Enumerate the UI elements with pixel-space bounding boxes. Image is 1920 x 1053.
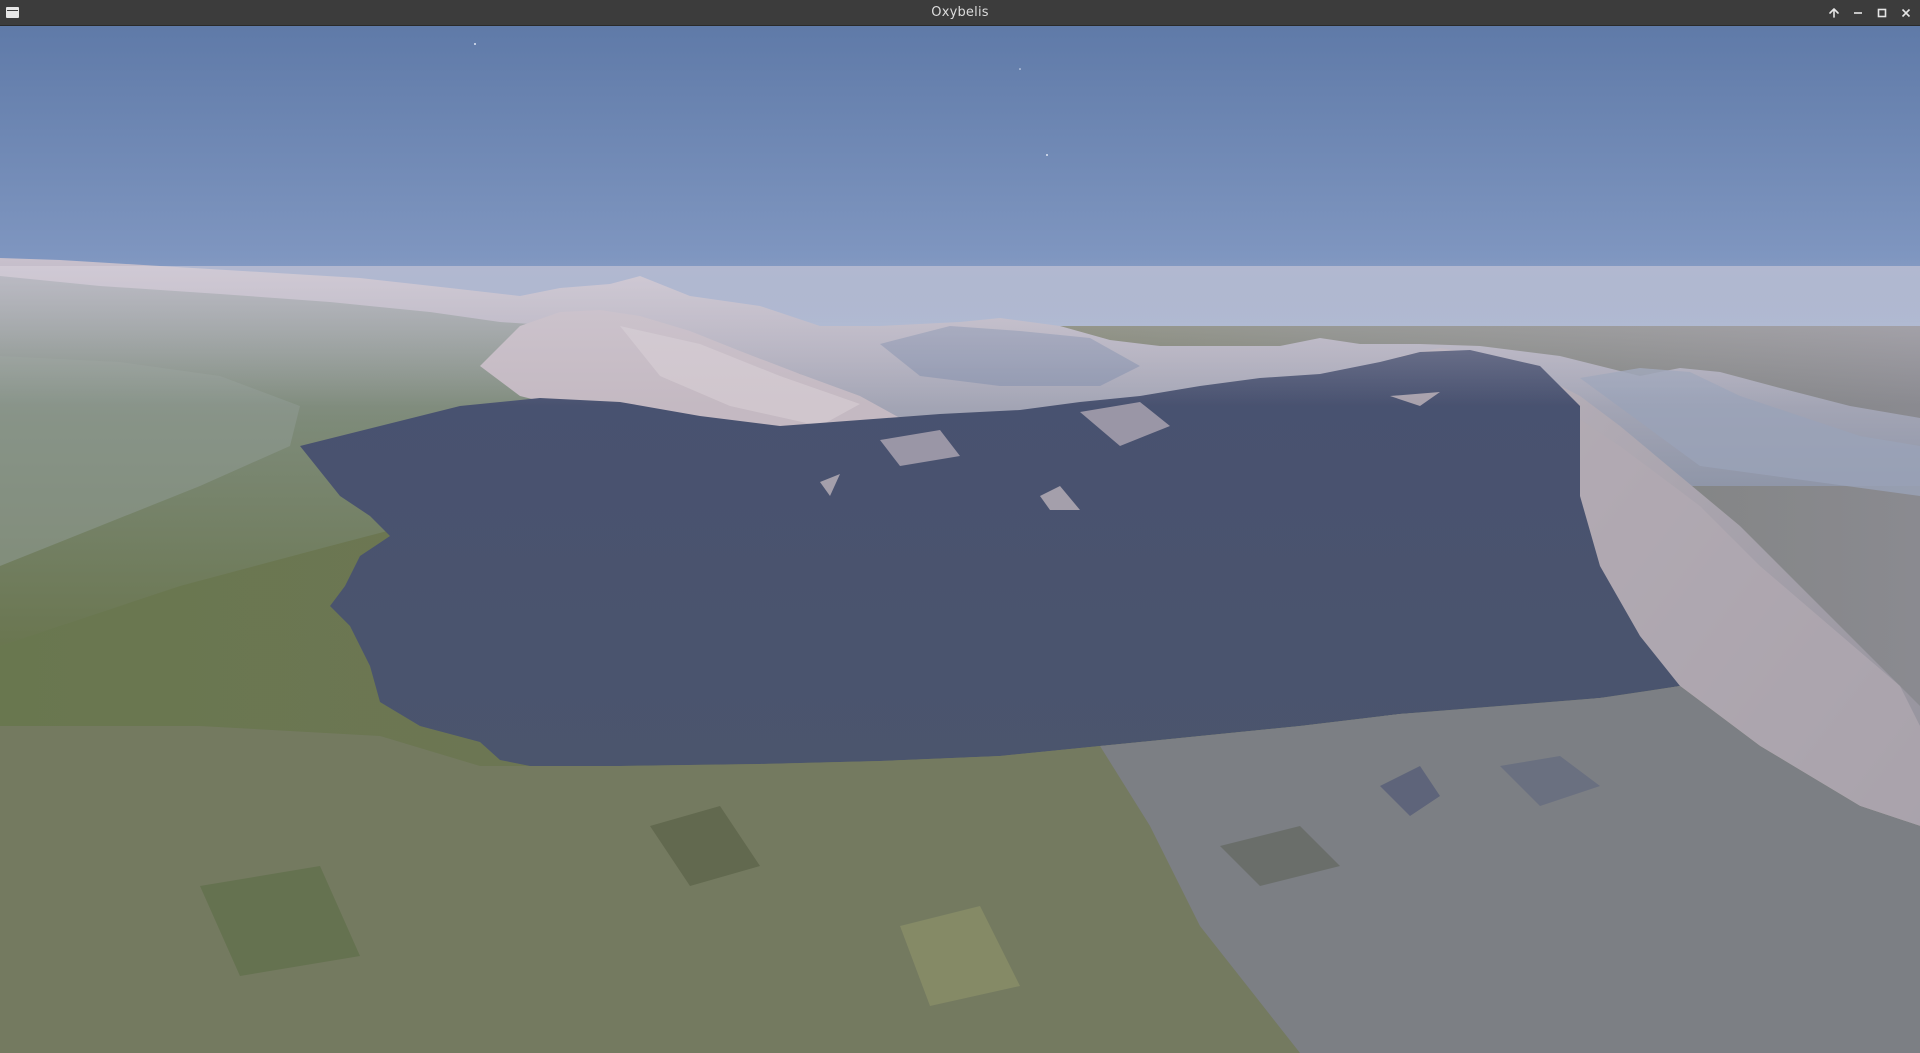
window-controls <box>1824 3 1916 23</box>
terrain-scene <box>0 26 1920 1053</box>
maximize-icon <box>1877 8 1887 18</box>
keep-above-button[interactable] <box>1824 3 1844 23</box>
star <box>474 43 476 45</box>
render-viewport[interactable] <box>0 26 1920 1053</box>
minimize-button[interactable] <box>1848 3 1868 23</box>
minimize-icon <box>1854 12 1862 14</box>
title-bar[interactable]: Oxybelis <box>0 0 1920 26</box>
maximize-button[interactable] <box>1872 3 1892 23</box>
close-button[interactable] <box>1896 3 1916 23</box>
window-title: Oxybelis <box>931 5 989 20</box>
app-window: Oxybelis <box>0 0 1920 1053</box>
horizon-fog <box>0 266 1920 406</box>
star <box>1046 154 1048 156</box>
mountain-shadow <box>300 350 1680 768</box>
close-icon <box>1901 8 1911 18</box>
star <box>1019 68 1021 70</box>
arrow-up-icon <box>1829 8 1839 18</box>
